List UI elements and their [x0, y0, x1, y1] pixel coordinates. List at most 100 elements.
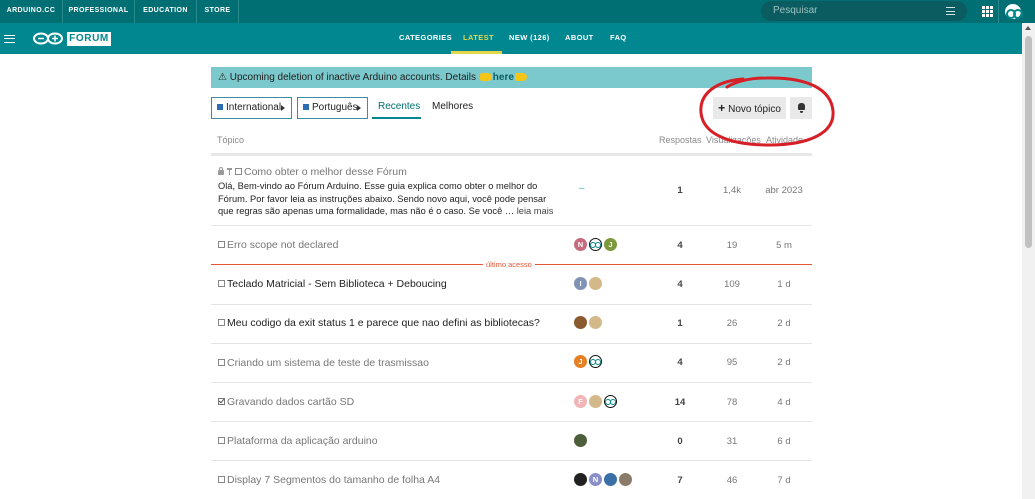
avatar[interactable] — [604, 395, 617, 408]
nav-active-indicator — [451, 51, 502, 54]
checked-checkbox-icon — [218, 398, 225, 405]
avatar[interactable]: J — [604, 238, 617, 251]
table-row: Display 7 Segmentos do tamanho de folha … — [211, 461, 812, 499]
table-row: Gravando dados cartão SD F 14 78 4 d — [211, 383, 812, 421]
arduino-logo-icon[interactable] — [32, 32, 64, 45]
excerpt-text: Olá, Bem-vindo ao Fórum Arduíno. Esse gu… — [218, 181, 547, 216]
replies-count: 0 — [677, 436, 683, 447]
activity-time[interactable]: 2 d — [763, 318, 805, 329]
column-header-replies[interactable]: Respostas — [659, 135, 702, 145]
divider — [998, 0, 999, 23]
avatar[interactable]: I — [574, 277, 587, 290]
table-row: Erro scope not declared N J 4 19 5 m — [211, 226, 812, 264]
topic-title-link[interactable]: Gravando dados cartão SD — [218, 396, 354, 408]
user-avatar[interactable] — [1003, 2, 1023, 21]
forum-logo-label[interactable]: FORUM — [67, 32, 111, 46]
category-label: International — [226, 102, 282, 113]
caret-right-icon — [357, 105, 361, 111]
pointing-hand-icon — [514, 73, 527, 81]
topic-title: Como obter o melhor desse Fórum — [244, 166, 407, 178]
topic-title: Plataforma da aplicação arduino — [227, 435, 378, 447]
activity-time[interactable]: 4 d — [763, 397, 805, 408]
search-input[interactable]: Pesquisar — [761, 1, 967, 21]
subcategory-label: Português — [312, 102, 358, 113]
avatar[interactable] — [574, 473, 587, 486]
avatar[interactable] — [589, 277, 602, 290]
tab-active-indicator — [372, 117, 421, 119]
avatar[interactable] — [589, 316, 602, 329]
activity-time[interactable]: 1 d — [763, 279, 805, 290]
topic-title-link[interactable]: Display 7 Segmentos do tamanho de folha … — [218, 474, 440, 486]
table-row: Criando um sistema de teste de trasmissa… — [211, 344, 812, 382]
nav-latest[interactable]: LATEST — [463, 33, 494, 42]
avatar[interactable] — [619, 473, 632, 486]
replies-count: 14 — [674, 397, 686, 408]
avatar[interactable] — [589, 238, 602, 251]
caret-right-icon — [281, 105, 285, 111]
page-scrollbar[interactable] — [1022, 23, 1035, 499]
views-count: 46 — [726, 475, 738, 486]
nav-categories[interactable]: CATEGORIES — [399, 33, 452, 42]
scroll-up-arrow-icon[interactable] — [1025, 26, 1031, 30]
toplink-arduino-cc[interactable]: ARDUINO.CC — [0, 0, 63, 23]
avatar[interactable]: N — [574, 238, 587, 251]
avatar[interactable]: F — [574, 395, 587, 408]
subcategory-dropdown[interactable]: Português — [297, 97, 368, 119]
views-count: 1,4k — [723, 185, 741, 196]
topic-title-link[interactable]: Teclado Matricial - Sem Biblioteca + Deb… — [218, 278, 447, 290]
apps-grid-icon[interactable] — [982, 6, 993, 17]
replies-count: 4 — [677, 279, 683, 290]
nav-faq[interactable]: FAQ — [610, 33, 627, 42]
forum-header: FORUM CATEGORIES LATEST NEW (126) ABOUT … — [0, 23, 1022, 54]
topic-title: Display 7 Segmentos do tamanho de folha … — [227, 474, 441, 486]
nav-about[interactable]: ABOUT — [565, 33, 594, 42]
checkbox-icon — [235, 168, 242, 175]
toplink-store[interactable]: STORE — [197, 0, 239, 23]
toplink-professional[interactable]: PROFESSIONAL — [63, 0, 135, 23]
replies-count: 7 — [677, 475, 683, 486]
topic-title-link[interactable]: Criando um sistema de teste de trasmissa… — [218, 357, 429, 369]
search-placeholder: Pesquisar — [773, 5, 818, 16]
avatar[interactable] — [574, 434, 587, 447]
banner-link[interactable]: here — [493, 72, 514, 83]
replies-count: 4 — [677, 240, 683, 251]
checkbox-icon — [218, 280, 225, 287]
activity-time[interactable]: 6 d — [763, 436, 805, 447]
subcategory-color-icon — [303, 104, 309, 110]
avatar[interactable]: N — [589, 473, 602, 486]
topic-title-link[interactable]: Meu codigo da exit status 1 e parece que… — [218, 317, 540, 329]
replies-count: 4 — [677, 357, 683, 368]
checkbox-icon — [218, 319, 225, 326]
avatar[interactable]: J — [574, 355, 587, 368]
activity-time[interactable]: abr 2023 — [763, 185, 805, 196]
hamburger-menu-icon[interactable] — [4, 35, 15, 43]
avatar[interactable] — [589, 355, 602, 368]
red-circle-annotation — [699, 76, 835, 147]
replies-count: 1 — [677, 318, 683, 329]
pin-icon — [227, 168, 232, 175]
activity-time[interactable]: 2 d — [763, 357, 805, 368]
avatar[interactable] — [604, 473, 617, 486]
scroll-thumb[interactable] — [1025, 36, 1032, 248]
avatar[interactable] — [574, 316, 587, 329]
activity-time[interactable]: 7 d — [763, 475, 805, 486]
tab-recentes[interactable]: Recentes — [378, 101, 420, 112]
topic-title-link[interactable]: Plataforma da aplicação arduino — [218, 435, 378, 447]
category-dropdown[interactable]: International — [211, 97, 292, 119]
avatar[interactable] — [589, 395, 602, 408]
replies-count: 1 — [677, 185, 683, 196]
topic-title-link[interactable]: Erro scope not declared — [218, 239, 338, 251]
views-count: 109 — [724, 279, 740, 290]
lock-icon — [218, 167, 224, 175]
column-header-topic[interactable]: Tópico — [217, 135, 244, 145]
pointing-hand-icon — [479, 73, 492, 81]
toplink-education[interactable]: EDUCATION — [135, 0, 197, 23]
topic-title-link[interactable]: Como obter o melhor desse Fórum — [218, 166, 407, 178]
activity-time[interactable]: 5 m — [763, 240, 805, 251]
read-more-link[interactable]: leia mais — [517, 206, 554, 216]
table-row: Plataforma da aplicação arduino 0 31 6 d — [211, 422, 812, 460]
topic-title: Criando um sistema de teste de trasmissa… — [227, 357, 429, 369]
filter-sliders-icon[interactable] — [946, 7, 955, 15]
tab-melhores[interactable]: Melhores — [432, 101, 473, 112]
nav-new[interactable]: NEW (126) — [509, 33, 550, 42]
